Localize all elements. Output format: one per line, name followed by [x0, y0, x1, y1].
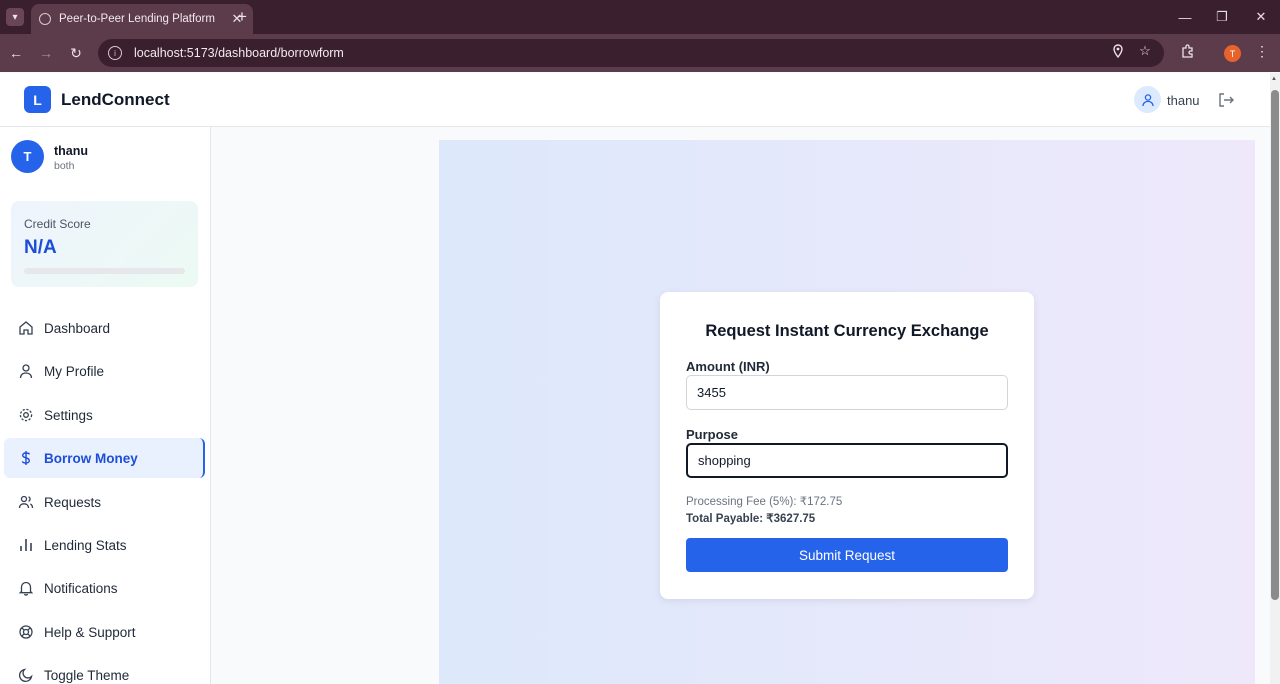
location-icon[interactable] — [1109, 42, 1127, 60]
avatar: T — [11, 140, 44, 173]
amount-label: Amount (INR) — [686, 359, 770, 374]
bookmark-star-icon[interactable]: ☆ — [1136, 42, 1154, 60]
total-payable-text: Total Payable: ₹3627.75 — [686, 513, 816, 525]
purpose-label: Purpose — [686, 427, 739, 442]
sidebar-item-borrow-money[interactable]: Borrow Money — [4, 438, 205, 478]
sidebar-item-toggle-theme[interactable]: Toggle Theme — [4, 655, 205, 684]
sidebar-item-label: Dashboard — [44, 320, 111, 336]
gear-icon — [19, 408, 33, 422]
logout-icon[interactable] — [1217, 91, 1235, 109]
sidebar-item-notifications[interactable]: Notifications — [4, 568, 205, 608]
sidebar-item-label: Help & Support — [44, 624, 136, 640]
users-icon — [18, 495, 34, 509]
browser-tab-strip: ▾ Peer-to-Peer Lending Platform ✕ + — ❐ … — [0, 0, 1280, 34]
bell-icon — [18, 581, 34, 596]
url-text: localhost:5173/dashboard/borrowform — [134, 46, 344, 60]
form-title: Request Instant Currency Exchange — [705, 322, 989, 340]
brand-name[interactable]: LendConnect — [61, 90, 170, 110]
amount-input[interactable]: 3455 — [686, 375, 1008, 410]
processing-fee-text: Processing Fee (5%): ₹172.75 — [686, 496, 843, 508]
sidebar-item-label: Notifications — [44, 580, 118, 596]
sidebar: T thanu both Credit Score N/A Dashboard … — [0, 127, 211, 684]
sidebar-item-label: Borrow Money — [44, 450, 138, 466]
sidebar-item-dashboard[interactable]: Dashboard — [4, 308, 205, 348]
tab-search-dropdown-icon[interactable]: ▾ — [6, 8, 24, 26]
globe-icon — [39, 13, 51, 25]
browser-tab[interactable]: Peer-to-Peer Lending Platform ✕ — [31, 4, 253, 34]
dollar-icon — [21, 451, 31, 465]
sidebar-item-label: Requests — [44, 494, 102, 510]
sidebar-user-role: both — [54, 160, 75, 172]
lifebuoy-icon — [19, 625, 33, 639]
forward-icon[interactable]: → — [36, 43, 56, 63]
sidebar-user-name: thanu — [54, 144, 89, 158]
logo[interactable]: L — [24, 86, 51, 113]
bar-chart-icon — [20, 539, 32, 551]
sidebar-item-label: My Profile — [44, 363, 105, 379]
user-icon[interactable] — [1134, 86, 1161, 113]
reload-icon[interactable]: ↻ — [66, 43, 86, 63]
address-bar[interactable]: i localhost:5173/dashboard/borrowform — [98, 39, 1164, 67]
user-icon — [19, 364, 33, 379]
home-icon — [19, 321, 33, 335]
back-icon[interactable]: ← — [6, 43, 26, 63]
credit-score-card: Credit Score N/A — [11, 201, 198, 287]
window-close-icon[interactable]: ✕ — [1246, 6, 1276, 28]
purpose-input[interactable]: shopping — [686, 443, 1008, 478]
scrollbar-thumb[interactable] — [1271, 90, 1279, 600]
credit-score-bar — [24, 268, 185, 274]
sidebar-item-label: Toggle Theme — [44, 667, 130, 683]
minimize-icon[interactable]: — — [1170, 6, 1200, 28]
sidebar-item-label: Lending Stats — [44, 537, 127, 553]
sidebar-item-lending-stats[interactable]: Lending Stats — [4, 525, 205, 565]
sidebar-item-label: Settings — [44, 407, 93, 423]
credit-score-value: N/A — [24, 237, 57, 258]
site-info-icon[interactable]: i — [108, 46, 122, 60]
browser-toolbar: ← → ↻ i localhost:5173/dashboard/borrowf… — [0, 34, 1280, 72]
sidebar-item-settings[interactable]: Settings — [4, 395, 205, 435]
tab-title: Peer-to-Peer Lending Platform — [59, 13, 215, 25]
sidebar-item-requests[interactable]: Requests — [4, 482, 205, 522]
sidebar-item-my-profile[interactable]: My Profile — [4, 351, 205, 391]
extensions-icon[interactable] — [1179, 42, 1197, 60]
submit-request-button[interactable]: Submit Request — [686, 538, 1008, 572]
scroll-up-icon[interactable]: ▲ — [1271, 76, 1277, 82]
moon-icon — [18, 668, 33, 683]
borrow-form-card: Request Instant Currency Exchange Amount… — [660, 292, 1034, 599]
credit-score-label: Credit Score — [24, 217, 91, 231]
browser-menu-icon[interactable]: ⋮ — [1255, 43, 1269, 60]
new-tab-icon[interactable]: + — [232, 7, 252, 27]
header-user-name[interactable]: thanu — [1167, 93, 1200, 108]
browser-profile-avatar[interactable]: T — [1224, 45, 1241, 62]
app-header: L LendConnect thanu — [0, 73, 1270, 127]
restore-icon[interactable]: ❐ — [1207, 6, 1237, 28]
sidebar-item-help-support[interactable]: Help & Support — [4, 612, 205, 652]
